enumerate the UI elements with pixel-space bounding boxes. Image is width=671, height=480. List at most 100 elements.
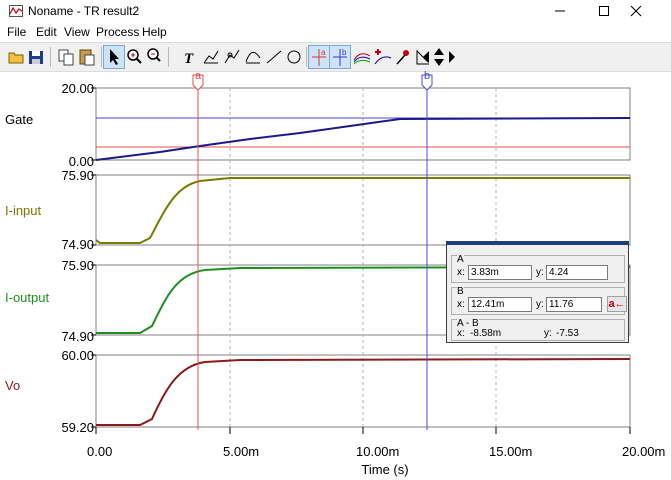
y-tick-vo-min: 59.20 bbox=[61, 420, 94, 435]
swap-cursor-button[interactable]: a← bbox=[607, 296, 627, 312]
cursor-a-button[interactable]: a bbox=[308, 45, 330, 69]
vo-trace bbox=[96, 358, 631, 426]
open-icon bbox=[8, 52, 24, 64]
text-button[interactable]: T bbox=[180, 46, 200, 68]
x-tick-3: 15.00m bbox=[489, 444, 533, 459]
close-icon bbox=[630, 5, 642, 17]
title-bar: Noname - TR result2 bbox=[0, 0, 671, 24]
x-tick-1: 5.00m bbox=[223, 444, 260, 459]
up-down-button[interactable] bbox=[432, 46, 446, 68]
y-tick-i-input-min: 74.90 bbox=[61, 237, 94, 252]
line-icon bbox=[266, 50, 282, 64]
menu-bar: File Edit View Process Help bbox=[0, 24, 671, 42]
a-x-field[interactable]: 3.83m bbox=[468, 265, 532, 280]
select-pointer-button[interactable] bbox=[103, 45, 125, 69]
b-x-label: x: bbox=[457, 299, 465, 310]
curves-button[interactable] bbox=[352, 46, 372, 68]
paste-button[interactable] bbox=[77, 46, 97, 68]
right-button[interactable] bbox=[446, 46, 458, 68]
diff-x-label: x: bbox=[457, 328, 465, 339]
left-icon bbox=[423, 51, 429, 63]
i-input-trace bbox=[95, 177, 630, 244]
y-tick-i-output-min: 74.90 bbox=[61, 329, 94, 344]
minimize-icon bbox=[555, 10, 565, 12]
b-y-field[interactable]: 11.76 bbox=[546, 297, 602, 312]
cursor-b-icon: b bbox=[333, 48, 347, 66]
close-button[interactable] bbox=[626, 0, 670, 22]
maximize-button[interactable] bbox=[582, 0, 626, 22]
cursor-a-icon: a bbox=[312, 48, 326, 66]
curve-icon bbox=[245, 52, 261, 64]
zoom-100-icon bbox=[147, 48, 161, 62]
app-icon bbox=[9, 5, 23, 17]
right-icon bbox=[449, 51, 455, 63]
cursor-b-label: b bbox=[423, 70, 431, 82]
marker-button[interactable] bbox=[201, 46, 221, 68]
add-point-icon bbox=[374, 49, 392, 65]
panel-label-vo: Vo bbox=[5, 378, 21, 393]
curves-icon bbox=[353, 53, 371, 65]
select-pointer-icon bbox=[110, 49, 119, 65]
panel-label-gate: Gate bbox=[5, 112, 34, 127]
svg-text:a: a bbox=[321, 48, 326, 57]
panel-label-i-output: I-output bbox=[5, 290, 50, 305]
zoom-in-button[interactable] bbox=[124, 46, 144, 68]
a-x-label: x: bbox=[457, 267, 465, 278]
add-point-button[interactable] bbox=[373, 46, 393, 68]
group-diff: A - B x: -8.58m y: -7.53 bbox=[451, 318, 625, 341]
diff-y-label: y: bbox=[544, 328, 552, 339]
panel-frame-i-input bbox=[95, 174, 631, 246]
curve-button[interactable] bbox=[243, 46, 263, 68]
toolbar: T a b bbox=[0, 42, 671, 72]
copy-button[interactable] bbox=[56, 46, 76, 68]
menu-edit[interactable]: Edit bbox=[36, 25, 57, 39]
x-axis-label: Time (s) bbox=[361, 462, 409, 477]
b-x-field[interactable]: 12.41m bbox=[468, 297, 532, 312]
zoom-100-button[interactable] bbox=[144, 46, 164, 68]
cursor-readout-window[interactable]: A x: 3.83m y: 4.24 B x: 12.41m y: 11.76 … bbox=[446, 241, 629, 343]
panel-frame-vo bbox=[95, 354, 631, 428]
group-a: A x: 3.83m y: 4.24 bbox=[451, 254, 625, 283]
circle-button[interactable] bbox=[284, 46, 304, 68]
gate-trace bbox=[95, 117, 631, 161]
x-axis-ticks bbox=[95, 427, 631, 434]
menu-view[interactable]: View bbox=[64, 25, 90, 39]
svg-text:T: T bbox=[184, 51, 194, 67]
x-tick-0: 0.00 bbox=[87, 444, 113, 459]
line-button[interactable] bbox=[264, 46, 284, 68]
save-icon bbox=[29, 51, 43, 64]
menu-process[interactable]: Process bbox=[96, 25, 139, 39]
x-tick-2: 10.00m bbox=[356, 444, 400, 459]
panel-frame-gate bbox=[95, 87, 631, 161]
b-y-label: y: bbox=[536, 299, 544, 310]
group-a-title: A bbox=[457, 254, 464, 265]
menu-file[interactable]: File bbox=[7, 25, 26, 39]
panel-label-i-input: I-input bbox=[5, 203, 42, 218]
zoom-in-icon bbox=[127, 49, 142, 64]
circle-icon bbox=[287, 50, 301, 64]
minimize-button[interactable] bbox=[538, 0, 582, 22]
y-tick-gate-min: 0.00 bbox=[68, 154, 94, 169]
copy-icon bbox=[58, 49, 74, 66]
diff-y-value: -7.53 bbox=[556, 328, 579, 339]
open-button[interactable] bbox=[6, 46, 26, 68]
maximize-icon bbox=[599, 6, 609, 16]
diff-x-value: -8.58m bbox=[470, 328, 502, 339]
marker-icon bbox=[203, 50, 219, 64]
y-tick-gate-max: 20.00 bbox=[61, 81, 94, 96]
line-marker-icon bbox=[224, 49, 240, 64]
pin-button[interactable] bbox=[393, 46, 413, 68]
a-y-label: y: bbox=[536, 267, 544, 278]
menu-help[interactable]: Help bbox=[142, 25, 167, 39]
svg-text:b: b bbox=[342, 48, 347, 57]
paste-icon bbox=[79, 49, 95, 66]
up-down-icon bbox=[434, 48, 444, 66]
y-tick-vo-max: 60.00 bbox=[61, 348, 94, 363]
group-b: B x: 12.41m y: 11.76 a← bbox=[451, 286, 627, 315]
text-icon: T bbox=[184, 51, 194, 67]
a-y-field[interactable]: 4.24 bbox=[546, 265, 608, 280]
cursor-b-button[interactable]: b bbox=[329, 45, 351, 69]
left-button[interactable] bbox=[420, 46, 432, 68]
line-marker-button[interactable] bbox=[222, 46, 242, 68]
save-button[interactable] bbox=[26, 46, 46, 68]
